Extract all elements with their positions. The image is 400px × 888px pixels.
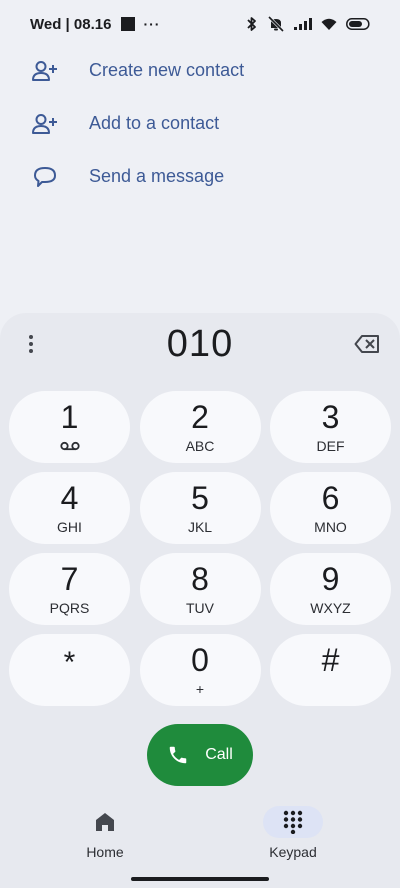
key-letters: MNO	[314, 519, 347, 535]
key-1[interactable]: 1	[9, 391, 130, 463]
key-digit: 6	[321, 480, 340, 516]
key-letters: DEF	[316, 438, 345, 454]
more-vert-icon-dot	[29, 349, 33, 353]
bottom-navigation: Home Keypad	[0, 800, 400, 870]
key-digit: 5	[191, 480, 209, 516]
nav-home-pill	[75, 806, 135, 838]
bluetooth-icon	[247, 17, 256, 31]
more-vert-icon	[29, 335, 33, 339]
wifi-icon	[321, 18, 337, 30]
nav-keypad-label: Keypad	[269, 844, 317, 860]
key-letters: JKL	[187, 519, 213, 535]
key-digit: 1	[60, 399, 79, 435]
key-letters: +	[195, 681, 205, 697]
more-notifications-icon: ···	[143, 16, 161, 32]
battery-icon	[346, 18, 370, 30]
silent-bell-icon	[267, 16, 285, 32]
key-digit: 9	[321, 561, 340, 597]
key-star[interactable]: *	[9, 634, 130, 706]
key-hash[interactable]: #	[270, 634, 391, 706]
key-6[interactable]: 6 MNO	[270, 472, 391, 544]
add-to-contact-item[interactable]: Add to a contact	[0, 97, 400, 150]
more-vert-icon-dot	[29, 342, 33, 346]
status-bar: Wed | 08.16 ···	[0, 0, 400, 48]
signal-icon	[294, 18, 312, 30]
key-4[interactable]: 4 GHI	[9, 472, 130, 544]
backspace-button[interactable]	[352, 330, 382, 358]
send-message-label: Send a message	[89, 166, 225, 186]
key-7[interactable]: 7 PQRS	[9, 553, 130, 625]
key-letters: ABC	[185, 438, 215, 454]
dialed-number[interactable]: 010	[167, 323, 233, 366]
key-digit: 7	[60, 561, 79, 597]
create-new-contact-item[interactable]: Create new contact	[0, 44, 400, 97]
backspace-icon	[354, 335, 379, 353]
send-message-item[interactable]: Send a message	[0, 150, 400, 203]
message-icon	[31, 163, 59, 191]
key-digit: 4	[60, 480, 79, 516]
number-display-row: 010	[0, 313, 400, 375]
key-letters: GHI	[57, 519, 82, 535]
key-letters: TUV	[186, 600, 214, 616]
add-person-icon	[31, 110, 59, 138]
key-3[interactable]: 3 DEF	[270, 391, 391, 463]
nav-home[interactable]: Home	[45, 806, 165, 866]
gesture-home-indicator[interactable]	[131, 877, 269, 881]
nav-home-label: Home	[86, 844, 124, 860]
key-digit: 0	[191, 642, 209, 678]
status-time: Wed | 08.16	[30, 15, 112, 33]
add-person-icon	[31, 57, 59, 85]
key-0[interactable]: 0 +	[139, 634, 261, 706]
key-digit: *	[63, 646, 76, 679]
call-label: Call	[205, 746, 233, 763]
key-digit: #	[321, 642, 340, 678]
key-5[interactable]: 5 JKL	[139, 472, 261, 544]
contact-actions: Create new contact Add to a contact Send…	[0, 44, 400, 203]
dialpad-keys: 1 2 ABC 3 DEF 4 GHI 5 JKL 6 MNO 7 PQRS 8…	[9, 391, 391, 706]
nav-keypad-pill	[263, 806, 323, 838]
key-8[interactable]: 8 TUV	[139, 553, 261, 625]
notification-icon	[121, 17, 136, 31]
key-letters: PQRS	[49, 600, 90, 616]
key-digit: 3	[321, 399, 340, 435]
nav-keypad[interactable]: Keypad	[233, 806, 353, 866]
home-icon	[96, 813, 114, 831]
phone-icon	[169, 746, 187, 764]
key-letters: WXYZ	[310, 600, 351, 616]
create-new-contact-label: Create new contact	[89, 60, 245, 80]
more-options-button[interactable]	[20, 331, 42, 357]
dialpad-icon	[283, 810, 303, 834]
key-digit: 8	[191, 561, 209, 597]
key-digit: 2	[191, 399, 209, 435]
add-to-contact-label: Add to a contact	[89, 113, 220, 133]
call-button[interactable]: Call	[147, 724, 253, 786]
voicemail-icon	[59, 438, 80, 454]
key-9[interactable]: 9 WXYZ	[270, 553, 391, 625]
key-2[interactable]: 2 ABC	[139, 391, 261, 463]
